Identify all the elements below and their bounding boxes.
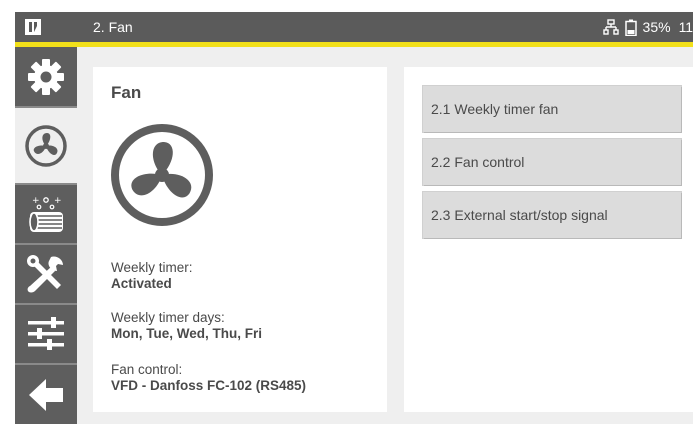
status-area: 35% 11: [602, 18, 693, 36]
top-bar: 2. Fan 35% 11: [15, 12, 693, 42]
sidebar-item-filter[interactable]: + + [15, 185, 77, 243]
weekly-timer-info: Weekly timer: Activated [111, 260, 193, 292]
sliders-icon [28, 317, 64, 350]
weekly-days-info: Weekly timer days: Mon, Tue, Wed, Thu, F… [111, 310, 262, 342]
external-start-stop-button[interactable]: 2.3 External start/stop signal [423, 192, 681, 238]
fan-control-info: Fan control: VFD - Danfoss FC-102 (RS485… [111, 362, 306, 394]
battery-level: 35% [642, 19, 671, 35]
sidebar: + + [15, 47, 77, 424]
sidebar-item-fan[interactable] [15, 108, 77, 183]
gear-icon [28, 58, 64, 95]
weekly-days-value: Mon, Tue, Wed, Thu, Fri [111, 326, 262, 341]
svg-text:+: + [32, 196, 40, 206]
weekly-timer-fan-button[interactable]: 2.1 Weekly timer fan [423, 86, 681, 132]
fan-control-button[interactable]: 2.2 Fan control [423, 139, 681, 185]
clock: 11: [678, 19, 693, 35]
tools-icon [27, 255, 63, 293]
fan-control-value: VFD - Danfoss FC-102 (RS485) [111, 378, 307, 393]
sidebar-item-settings[interactable] [15, 47, 77, 106]
network-icon [602, 19, 619, 35]
sidebar-item-adjustments[interactable] [15, 305, 77, 363]
fan-icon [111, 124, 213, 226]
back-button[interactable] [15, 365, 77, 424]
weekly-timer-label: Weekly timer: [111, 260, 193, 275]
battery-icon [624, 19, 637, 36]
filter-icon: + + [29, 196, 63, 232]
fan-icon [25, 124, 67, 167]
weekly-days-label: Weekly timer days: [111, 310, 225, 325]
svg-text:+: + [54, 196, 62, 206]
accent-line [15, 42, 693, 47]
fan-info-card: Fan Weekly timer: Activated Weekly timer… [93, 67, 387, 412]
app-screen: 2. Fan 35% 11: [15, 12, 693, 424]
app-logo-icon [25, 19, 41, 35]
weekly-timer-value: Activated [111, 276, 172, 291]
fan-menu-card: 2.1 Weekly timer fan 2.2 Fan control 2.3… [404, 67, 693, 412]
card-title: Fan [111, 83, 142, 102]
page-title: 2. Fan [93, 19, 133, 35]
sidebar-item-tools[interactable] [15, 245, 77, 303]
back-arrow-icon [29, 378, 63, 411]
fan-control-label: Fan control: [111, 362, 183, 377]
